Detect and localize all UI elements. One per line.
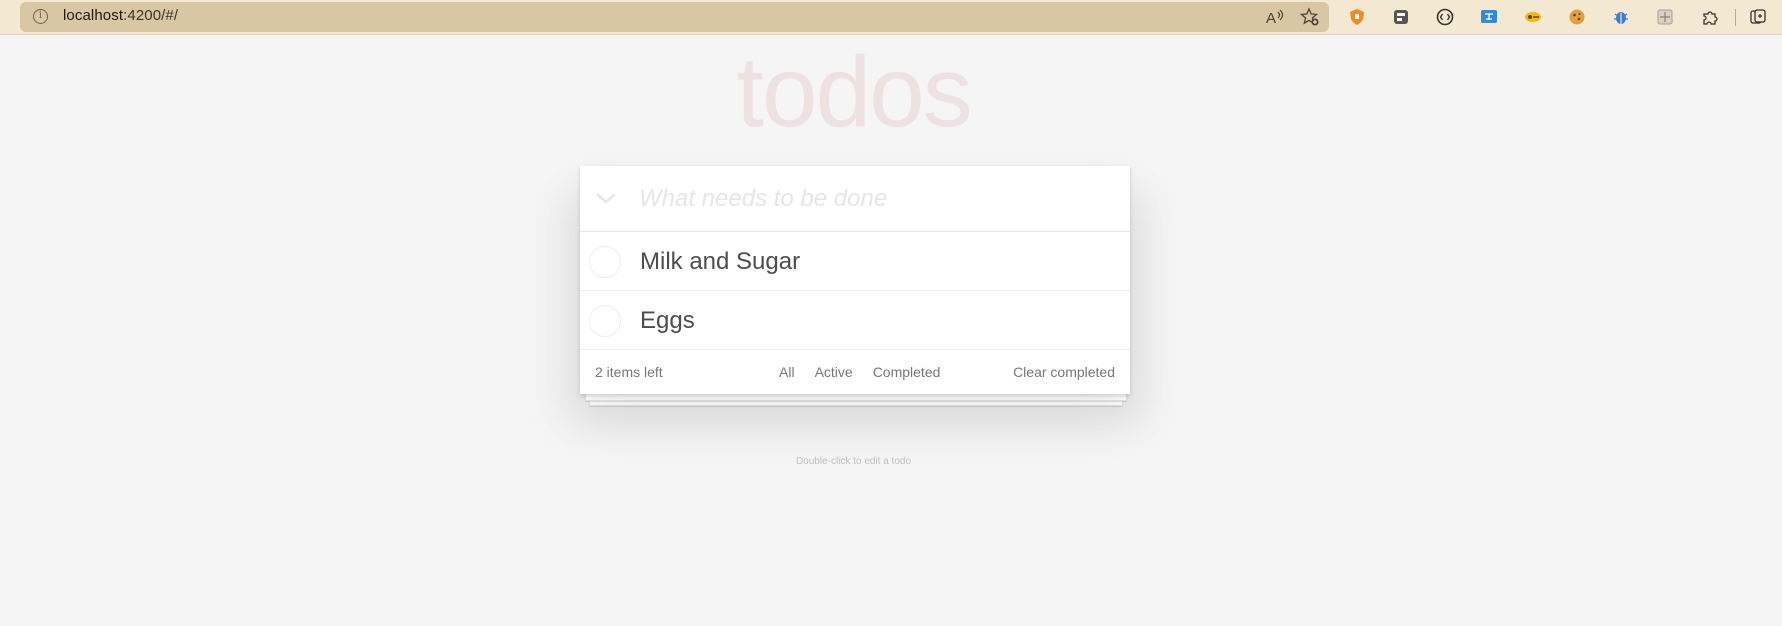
filter-all[interactable]: All	[770, 358, 804, 386]
todo-label[interactable]: Milk and Sugar	[640, 248, 800, 276]
add-favorite-icon[interactable]	[1299, 6, 1321, 28]
info-icon[interactable]: i	[33, 9, 48, 24]
filters: All Active Completed	[770, 358, 949, 386]
todo-footer: 2 items left All Active Completed Clear …	[580, 351, 1130, 394]
address-bar[interactable]	[20, 2, 1329, 32]
todo-app: Milk and Sugar Eggs 2 items left All Act…	[580, 166, 1130, 394]
key-extension-icon[interactable]	[1522, 6, 1544, 28]
todo-item[interactable]: Milk and Sugar	[580, 232, 1130, 291]
clear-completed-button[interactable]: Clear completed	[1013, 364, 1115, 380]
toolbar-separator	[1735, 9, 1736, 26]
todo-checkbox[interactable]	[589, 246, 621, 278]
stacked-paper-middle	[585, 393, 1127, 401]
url-text[interactable]: localhost:4200/#/	[63, 7, 178, 24]
shield-extension-icon[interactable]	[1346, 6, 1368, 28]
extensions-puzzle-icon[interactable]	[1699, 6, 1721, 28]
todo-item[interactable]: Eggs	[580, 291, 1130, 350]
toggle-all-chevron-icon[interactable]	[592, 184, 620, 214]
app-title: todos	[736, 36, 973, 148]
bug-extension-icon[interactable]	[1610, 6, 1632, 28]
translate-extension-icon[interactable]	[1478, 6, 1500, 28]
new-todo-input[interactable]	[639, 178, 1109, 220]
browser-toolbar: i localhost:4200/#/ A	[0, 0, 1782, 35]
todo-checkbox[interactable]	[589, 305, 621, 337]
dev-tools-extension-icon[interactable]	[1434, 6, 1456, 28]
reader-extension-icon[interactable]	[1390, 6, 1412, 28]
items-left-count: 2 items left	[595, 364, 663, 380]
url-path: :4200/#/	[123, 7, 179, 24]
new-todo-row	[580, 166, 1130, 232]
filter-completed[interactable]: Completed	[864, 358, 950, 386]
grid-extension-icon[interactable]	[1654, 6, 1676, 28]
info-hint: Double-click to edit a todo	[795, 456, 912, 467]
filter-active[interactable]: Active	[806, 358, 862, 386]
read-aloud-icon[interactable]: A	[1263, 6, 1285, 28]
todo-label[interactable]: Eggs	[640, 307, 695, 335]
url-host: localhost	[63, 7, 124, 24]
collections-icon[interactable]	[1747, 6, 1769, 28]
svg-text:A: A	[1266, 10, 1276, 27]
cookie-extension-icon[interactable]	[1566, 6, 1588, 28]
